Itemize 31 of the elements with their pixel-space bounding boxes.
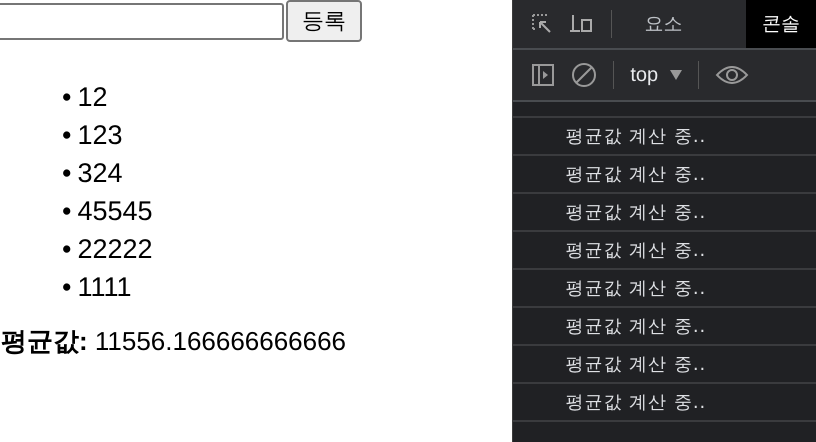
inspect-icon[interactable] (531, 13, 554, 35)
devtools-tab[interactable]: 콘솔 (746, 0, 816, 48)
console-message: 평균값 계산 중.. (565, 315, 706, 338)
console-message: 평균값 계산 중.. (565, 277, 706, 300)
list-item: 45545 (77, 195, 153, 227)
bullet: • (62, 271, 72, 303)
bullet: • (62, 195, 72, 227)
bullet: • (62, 119, 72, 151)
devtools-tab[interactable]: 요소 (628, 0, 698, 48)
sidebar-icon[interactable] (531, 63, 556, 87)
console-message: 평균값 계산 중.. (565, 201, 706, 224)
console-message: 평균값 계산 중.. (565, 163, 706, 186)
bullet: • (62, 233, 72, 265)
bullet: • (62, 81, 72, 113)
text-input[interactable] (0, 2, 284, 40)
console-message: 평균값 계산 중.. (565, 353, 706, 376)
bullet: • (62, 157, 72, 189)
list-item: 12 (77, 81, 108, 113)
list-item: 1111 (77, 271, 132, 303)
average-text: 평균값: 11556.166666666666 (1, 325, 348, 358)
list-item: 22222 (77, 233, 153, 265)
dropdown-arrow-icon (670, 70, 682, 80)
list-item: 123 (77, 119, 123, 151)
console-message: 평균값 계산 중.. (565, 125, 706, 148)
clear-icon[interactable] (571, 62, 598, 88)
list-item: 324 (77, 157, 123, 189)
console-message: 평균값 계산 중.. (565, 239, 706, 262)
context-dropdown[interactable]: top (630, 64, 682, 86)
eye-icon[interactable] (715, 64, 750, 86)
register-button[interactable]: 등록 (286, 0, 362, 42)
console-message: 평균값 계산 중.. (565, 391, 706, 414)
